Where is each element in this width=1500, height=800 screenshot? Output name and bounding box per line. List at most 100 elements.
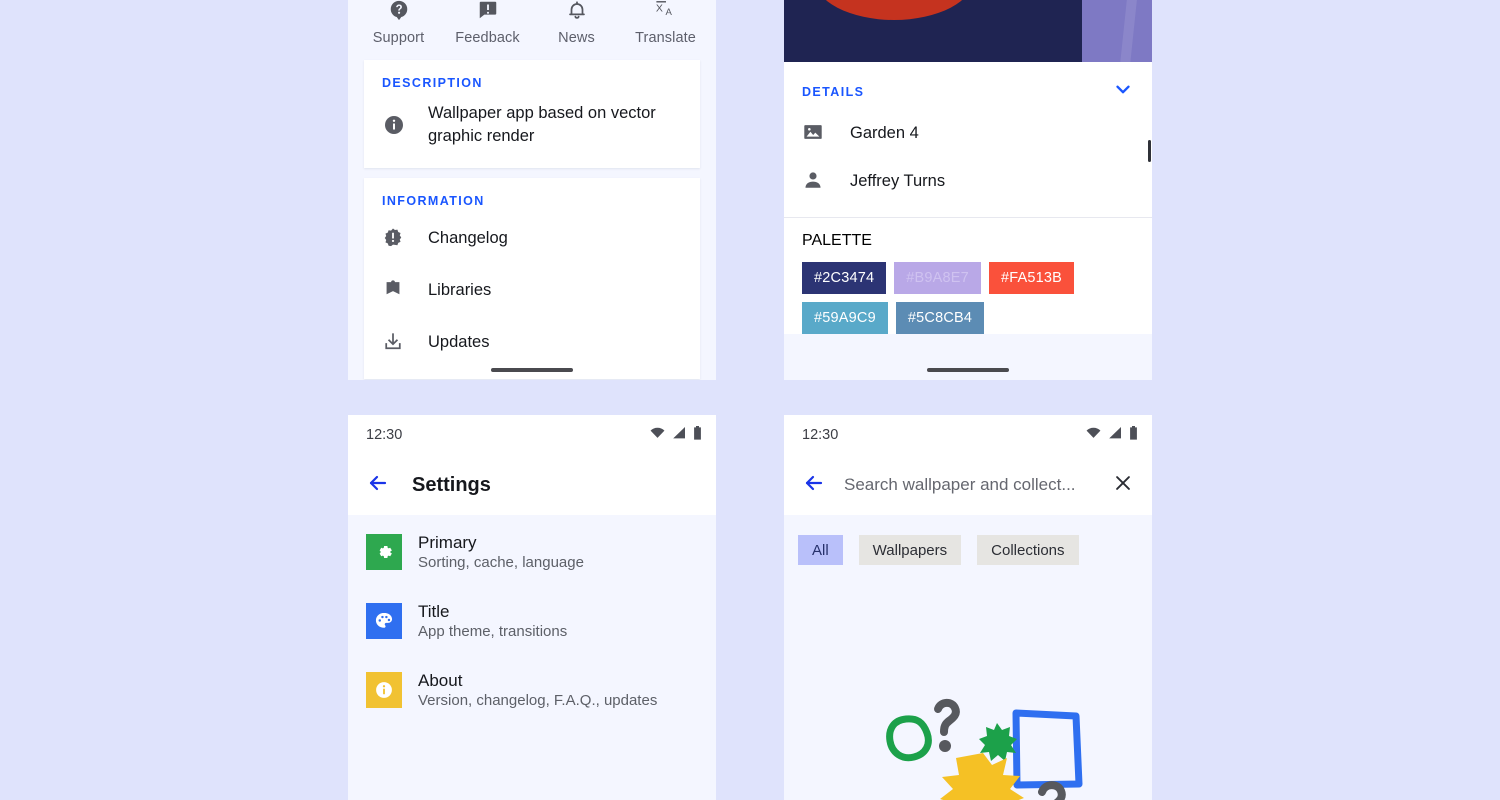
empty-search-doodle-icon <box>864 695 1094 800</box>
battery-icon <box>693 425 702 445</box>
bell-icon <box>566 0 588 26</box>
signal-icon <box>672 426 686 444</box>
palette-swatch-hex: #2C3474 <box>814 270 875 286</box>
translate-icon: X A <box>654 0 677 26</box>
information-item-label: Updates <box>428 333 490 352</box>
settings-item-title[interactable]: Title App theme, transitions <box>348 594 716 649</box>
status-icons <box>1086 425 1138 445</box>
details-header-row: DETAILS <box>784 62 1152 107</box>
status-icons <box>650 425 702 445</box>
information-item-changelog[interactable]: Changelog <box>364 210 700 262</box>
chevron-down-icon[interactable] <box>1112 78 1134 105</box>
status-bar: 12:30 <box>348 415 716 455</box>
details-item-author[interactable]: Jeffrey Turns <box>784 157 1152 211</box>
settings-item-text: About Version, changelog, F.A.Q., update… <box>418 670 657 711</box>
page-title: Settings <box>412 473 491 496</box>
details-sheet: DETAILS Garden 4 Jeffrey Turns PALETTE #… <box>784 62 1152 334</box>
information-item-libraries[interactable]: Libraries <box>364 262 700 314</box>
palette-icon <box>366 603 402 640</box>
filter-chip-label: Collections <box>991 541 1065 559</box>
status-bar: 12:30 <box>784 415 1152 455</box>
palette-swatch[interactable]: #FA513B <box>988 262 1074 294</box>
hero-blob-shape <box>814 0 974 20</box>
settings-item-subtitle: Version, changelog, F.A.Q., updates <box>418 691 658 709</box>
filter-chip-label: Wallpapers <box>872 541 948 559</box>
settings-item-text: Primary Sorting, cache, language <box>418 532 584 573</box>
back-arrow-icon[interactable] <box>366 471 390 500</box>
scrollbar-thumb[interactable] <box>1148 140 1151 162</box>
quick-action-label: Translate <box>635 30 696 46</box>
image-icon <box>802 121 826 145</box>
filter-chip-label: All <box>812 541 829 559</box>
help-icon <box>388 0 410 26</box>
filter-chip-wallpapers[interactable]: Wallpapers <box>858 535 962 565</box>
wallpaper-info-panel: DETAILS Garden 4 Jeffrey Turns PALETTE #… <box>784 0 1152 380</box>
settings-item-about[interactable]: About Version, changelog, F.A.Q., update… <box>348 663 716 718</box>
palette-swatch[interactable]: #B9A8E7 <box>894 262 981 294</box>
settings-list: Primary Sorting, cache, language Title A… <box>348 515 716 717</box>
svg-text:X: X <box>656 2 663 14</box>
palette-swatch-hex: #5C8CB4 <box>907 310 973 326</box>
feedback-icon <box>477 0 499 26</box>
palette-swatch[interactable]: #2C3474 <box>802 262 887 294</box>
gear-icon <box>366 534 402 571</box>
search-input[interactable]: Search wallpaper and collect... <box>844 475 1094 495</box>
status-clock: 12:30 <box>366 427 403 443</box>
quick-action-news[interactable]: News <box>532 0 621 46</box>
hero-strip-shape <box>1082 0 1152 62</box>
filter-chip-collections[interactable]: Collections <box>977 535 1079 565</box>
information-card: INFORMATION Changelog Libraries Updates <box>364 177 700 379</box>
back-arrow-icon[interactable] <box>802 471 826 500</box>
quick-actions-row: Support Feedback News X A Translate <box>348 0 716 52</box>
svg-text:A: A <box>666 7 673 18</box>
wifi-icon <box>1086 426 1101 444</box>
description-header: DESCRIPTION <box>382 76 483 90</box>
details-item-label: Garden 4 <box>850 123 919 142</box>
person-icon <box>802 169 826 193</box>
close-icon[interactable] <box>1112 472 1134 499</box>
info-icon <box>382 113 406 137</box>
description-text: Wallpaper app based on vector graphic re… <box>428 104 656 145</box>
palette-header: PALETTE <box>802 232 872 249</box>
search-panel: 12:30 Search wallpaper and collect... Al… <box>784 415 1152 800</box>
information-header: INFORMATION <box>382 193 485 208</box>
palette-swatch-hex: #59A9C9 <box>814 310 876 326</box>
gesture-bar <box>927 368 1009 372</box>
palette-swatch[interactable]: #5C8CB4 <box>895 302 985 334</box>
settings-item-primary[interactable]: Primary Sorting, cache, language <box>348 525 716 580</box>
signal-icon <box>1108 426 1122 444</box>
filter-chip-all[interactable]: All <box>798 535 843 565</box>
settings-item-title: Primary <box>418 533 477 552</box>
download-icon <box>382 331 406 355</box>
palette-swatches: #2C3474 #B9A8E7 #FA513B #59A9C9 #5C8CB4 <box>802 262 1134 334</box>
settings-panel: 12:30 Settings Primary Sorting, cache, l… <box>348 415 716 800</box>
gesture-bar <box>491 368 573 372</box>
status-clock: 12:30 <box>802 427 839 443</box>
changelog-badge-icon <box>382 227 406 251</box>
quick-action-label: Feedback <box>455 30 520 46</box>
quick-action-label: Support <box>372 30 425 46</box>
wifi-icon <box>650 426 665 444</box>
description-card: DESCRIPTION Wallpaper app based on vecto… <box>364 60 700 168</box>
quick-action-label: News <box>558 30 595 46</box>
palette-swatch-hex: #FA513B <box>1000 270 1062 286</box>
quick-action-feedback[interactable]: Feedback <box>443 0 532 46</box>
palette-swatch-hex: #B9A8E7 <box>906 270 969 286</box>
settings-appbar: Settings <box>348 455 716 515</box>
description-row: Wallpaper app based on vector graphic re… <box>364 92 700 168</box>
quick-action-translate[interactable]: X A Translate <box>621 0 710 46</box>
wallpaper-preview-image[interactable] <box>784 0 1152 62</box>
details-item-title[interactable]: Garden 4 <box>784 107 1152 157</box>
settings-item-subtitle: Sorting, cache, language <box>418 554 584 572</box>
information-item-label: Changelog <box>428 229 508 248</box>
info-icon <box>366 671 402 708</box>
quick-action-support[interactable]: Support <box>354 0 443 46</box>
settings-item-title: Title <box>418 601 450 621</box>
details-item-label: Jeffrey Turns <box>850 171 946 190</box>
wallpaper-detail-panel: Support Feedback News X A Translate DESC… <box>348 0 716 380</box>
palette-swatch[interactable]: #59A9C9 <box>802 302 888 334</box>
palette-section: PALETTE #2C3474 #B9A8E7 #FA513B #59A9C9 <box>784 218 1152 334</box>
book-icon <box>382 279 406 303</box>
search-appbar: Search wallpaper and collect... <box>784 455 1152 515</box>
search-filter-chips: All Wallpapers Collections <box>784 515 1152 565</box>
